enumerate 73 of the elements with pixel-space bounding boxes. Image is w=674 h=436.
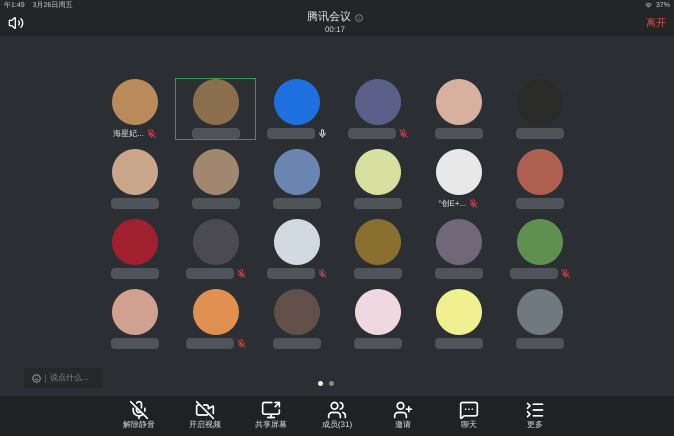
wifi-icon — [644, 2, 652, 8]
blurred-name — [516, 128, 564, 139]
people-icon — [327, 400, 347, 420]
toolbar-button[interactable]: 解除静音 — [117, 400, 161, 436]
avatar-placeholder — [354, 219, 400, 265]
avatar-placeholder — [192, 289, 238, 335]
toolbar-button[interactable]: 开启视频 — [183, 400, 227, 436]
blurred-name — [192, 128, 240, 139]
blurred-name — [434, 128, 482, 139]
speaker-icon[interactable] — [8, 15, 24, 31]
emoji-icon[interactable] — [32, 374, 41, 382]
avatar-placeholder — [192, 79, 238, 125]
avatar-placeholder — [516, 289, 562, 335]
toolbar-button[interactable]: 聊天 — [447, 400, 491, 436]
chat-input-field[interactable]: 说点什么... — [24, 368, 102, 388]
toolbar-button[interactable]: 邀请 — [381, 400, 425, 436]
blurred-name — [266, 268, 314, 279]
avatar-placeholder — [274, 79, 320, 125]
avatar-placeholder — [192, 149, 238, 195]
camera-off-icon — [195, 400, 215, 420]
add-person-icon — [393, 400, 413, 420]
participant-name: “创E+... — [438, 198, 466, 210]
toolbar-button[interactable]: 共享屏幕 — [249, 400, 293, 436]
info-icon[interactable] — [355, 14, 363, 22]
blurred-name — [272, 198, 320, 209]
leave-button[interactable]: 离开 — [646, 16, 666, 30]
avatar-placeholder — [516, 219, 562, 265]
participant-tile[interactable]: “创E+... — [418, 148, 499, 210]
participant-tile[interactable] — [175, 78, 256, 140]
avatar-placeholder — [516, 149, 562, 195]
avatar-placeholder — [274, 219, 320, 265]
blurred-name — [110, 268, 158, 279]
avatar-placeholder — [436, 79, 482, 125]
avatar-placeholder — [354, 79, 400, 125]
blurred-name — [516, 198, 564, 209]
toolbar-button[interactable]: 成员(31) — [315, 400, 359, 436]
avatar-placeholder — [112, 219, 158, 265]
blurred-name — [354, 338, 402, 349]
menu-icon — [525, 400, 545, 420]
meeting-duration: 00:17 — [324, 24, 346, 35]
participant-name: 海星妃... — [113, 128, 144, 140]
blurred-name — [434, 338, 482, 349]
avatar-placeholder — [274, 149, 320, 195]
blurred-name — [192, 198, 240, 209]
avatar-placeholder — [436, 289, 482, 335]
toolbar-button[interactable]: 更多 — [513, 400, 557, 436]
avatar-placeholder — [112, 149, 158, 195]
screen-share-icon — [261, 400, 281, 420]
blurred-name — [354, 198, 402, 209]
avatar-placeholder — [436, 219, 482, 265]
blurred-name — [516, 338, 564, 349]
avatar-placeholder — [112, 289, 158, 335]
blurred-name — [266, 128, 314, 139]
avatar-placeholder — [274, 289, 320, 335]
chat-icon — [459, 400, 479, 420]
avatar-placeholder — [354, 289, 400, 335]
blurred-name — [186, 268, 234, 279]
blurred-name — [510, 268, 558, 279]
chat-placeholder: 说点什么... — [50, 372, 89, 384]
blurred-name — [272, 338, 320, 349]
mic-muted-icon — [129, 400, 149, 420]
blurred-name — [110, 198, 158, 209]
blurred-name — [348, 128, 396, 139]
avatar-placeholder — [112, 79, 158, 125]
blurred-name — [354, 268, 402, 279]
avatar-placeholder — [436, 149, 482, 195]
blurred-name — [110, 338, 158, 349]
avatar-placeholder — [354, 149, 400, 195]
blurred-name — [186, 338, 234, 349]
participant-tile[interactable]: 海星妃... — [94, 78, 175, 140]
avatar-placeholder — [192, 219, 238, 265]
meeting-title: 腾讯会议 — [307, 11, 351, 25]
blurred-name — [434, 268, 482, 279]
